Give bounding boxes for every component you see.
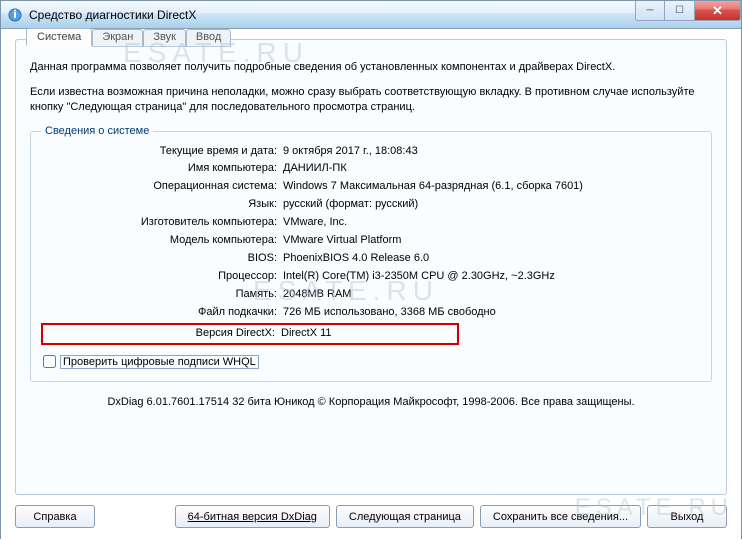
save-all-button[interactable]: Сохранить все сведения...	[480, 505, 641, 528]
label: Имя компьютера:	[43, 161, 283, 177]
system-info-group: Сведения о системе Текущие время и дата:…	[30, 131, 712, 382]
row-manufacturer: Изготовитель компьютера: VMware, Inc.	[43, 215, 699, 231]
button-row: Справка 64-битная версия DxDiag Следующа…	[15, 505, 727, 528]
row-computer-name: Имя компьютера: ДАНИИЛ-ПК	[43, 161, 699, 177]
intro-text-2: Если известна возможная причина неполадк…	[30, 85, 712, 115]
value: Intel(R) Core(TM) i3-2350M CPU @ 2.30GHz…	[283, 269, 699, 285]
tab-input[interactable]: Ввод	[186, 29, 231, 47]
label: Изготовитель компьютера:	[43, 215, 283, 231]
label: Процессор:	[43, 269, 283, 285]
label: Память:	[43, 287, 283, 303]
row-processor: Процессор: Intel(R) Core(TM) i3-2350M CP…	[43, 269, 699, 285]
minimize-button[interactable]: ─	[635, 1, 665, 21]
value: DirectX 11	[281, 326, 457, 342]
label: Файл подкачки:	[43, 305, 283, 321]
value: PhoenixBIOS 4.0 Release 6.0	[283, 251, 699, 267]
row-memory: Память: 2048MB RAM	[43, 287, 699, 303]
titlebar[interactable]: Средство диагностики DirectX ─ ☐ ✕	[1, 1, 741, 29]
value: VMware Virtual Platform	[283, 233, 699, 249]
tab-panel: Система Экран Звук Ввод Данная программа…	[15, 39, 727, 495]
value: VMware, Inc.	[283, 215, 699, 231]
dxdiag-window: Средство диагностики DirectX ─ ☐ ✕ Систе…	[0, 0, 742, 539]
tab-sound[interactable]: Звук	[143, 29, 186, 47]
value: Windows 7 Максимальная 64-разрядная (6.1…	[283, 179, 699, 195]
footer-text: DxDiag 6.01.7601.17514 32 бита Юникод © …	[30, 396, 712, 408]
close-button[interactable]: ✕	[695, 1, 741, 21]
value: 2048MB RAM	[283, 287, 699, 303]
value: 726 МБ использовано, 3368 МБ свободно	[283, 305, 699, 321]
whql-checkbox[interactable]	[43, 355, 56, 368]
label: Текущие время и дата:	[43, 144, 283, 160]
window-title: Средство диагностики DirectX	[29, 8, 196, 22]
label: Модель компьютера:	[43, 233, 283, 249]
label: Операционная система:	[43, 179, 283, 195]
next-page-button[interactable]: Следующая страница	[336, 505, 474, 528]
row-model: Модель компьютера: VMware Virtual Platfo…	[43, 233, 699, 249]
value: ДАНИИЛ-ПК	[283, 161, 699, 177]
bit64-button[interactable]: 64-битная версия DxDiag	[175, 505, 330, 528]
whql-label[interactable]: Проверить цифровые подписи WHQL	[60, 355, 259, 369]
tab-system[interactable]: Система	[26, 28, 92, 46]
app-icon	[7, 7, 23, 23]
tab-display[interactable]: Экран	[92, 29, 143, 47]
group-title: Сведения о системе	[41, 125, 153, 137]
label: BIOS:	[43, 251, 283, 267]
row-os: Операционная система: Windows 7 Максимал…	[43, 179, 699, 195]
row-pagefile: Файл подкачки: 726 МБ использовано, 3368…	[43, 305, 699, 321]
maximize-button[interactable]: ☐	[665, 1, 695, 21]
whql-row: Проверить цифровые подписи WHQL	[43, 355, 699, 369]
value: русский (формат: русский)	[283, 197, 699, 213]
tab-strip: Система Экран Звук Ввод	[26, 28, 712, 46]
system-info-rows: Текущие время и дата: 9 октября 2017 г.,…	[43, 144, 699, 345]
row-language: Язык: русский (формат: русский)	[43, 197, 699, 213]
label: Версия DirectX:	[43, 326, 281, 342]
row-directx-version: Версия DirectX: DirectX 11	[41, 323, 459, 345]
row-datetime: Текущие время и дата: 9 октября 2017 г.,…	[43, 144, 699, 160]
help-button[interactable]: Справка	[15, 505, 95, 528]
row-bios: BIOS: PhoenixBIOS 4.0 Release 6.0	[43, 251, 699, 267]
label: Язык:	[43, 197, 283, 213]
intro-text-1: Данная программа позволяет получить подр…	[30, 60, 712, 75]
exit-button[interactable]: Выход	[647, 505, 727, 528]
value: 9 октября 2017 г., 18:08:43	[283, 144, 699, 160]
